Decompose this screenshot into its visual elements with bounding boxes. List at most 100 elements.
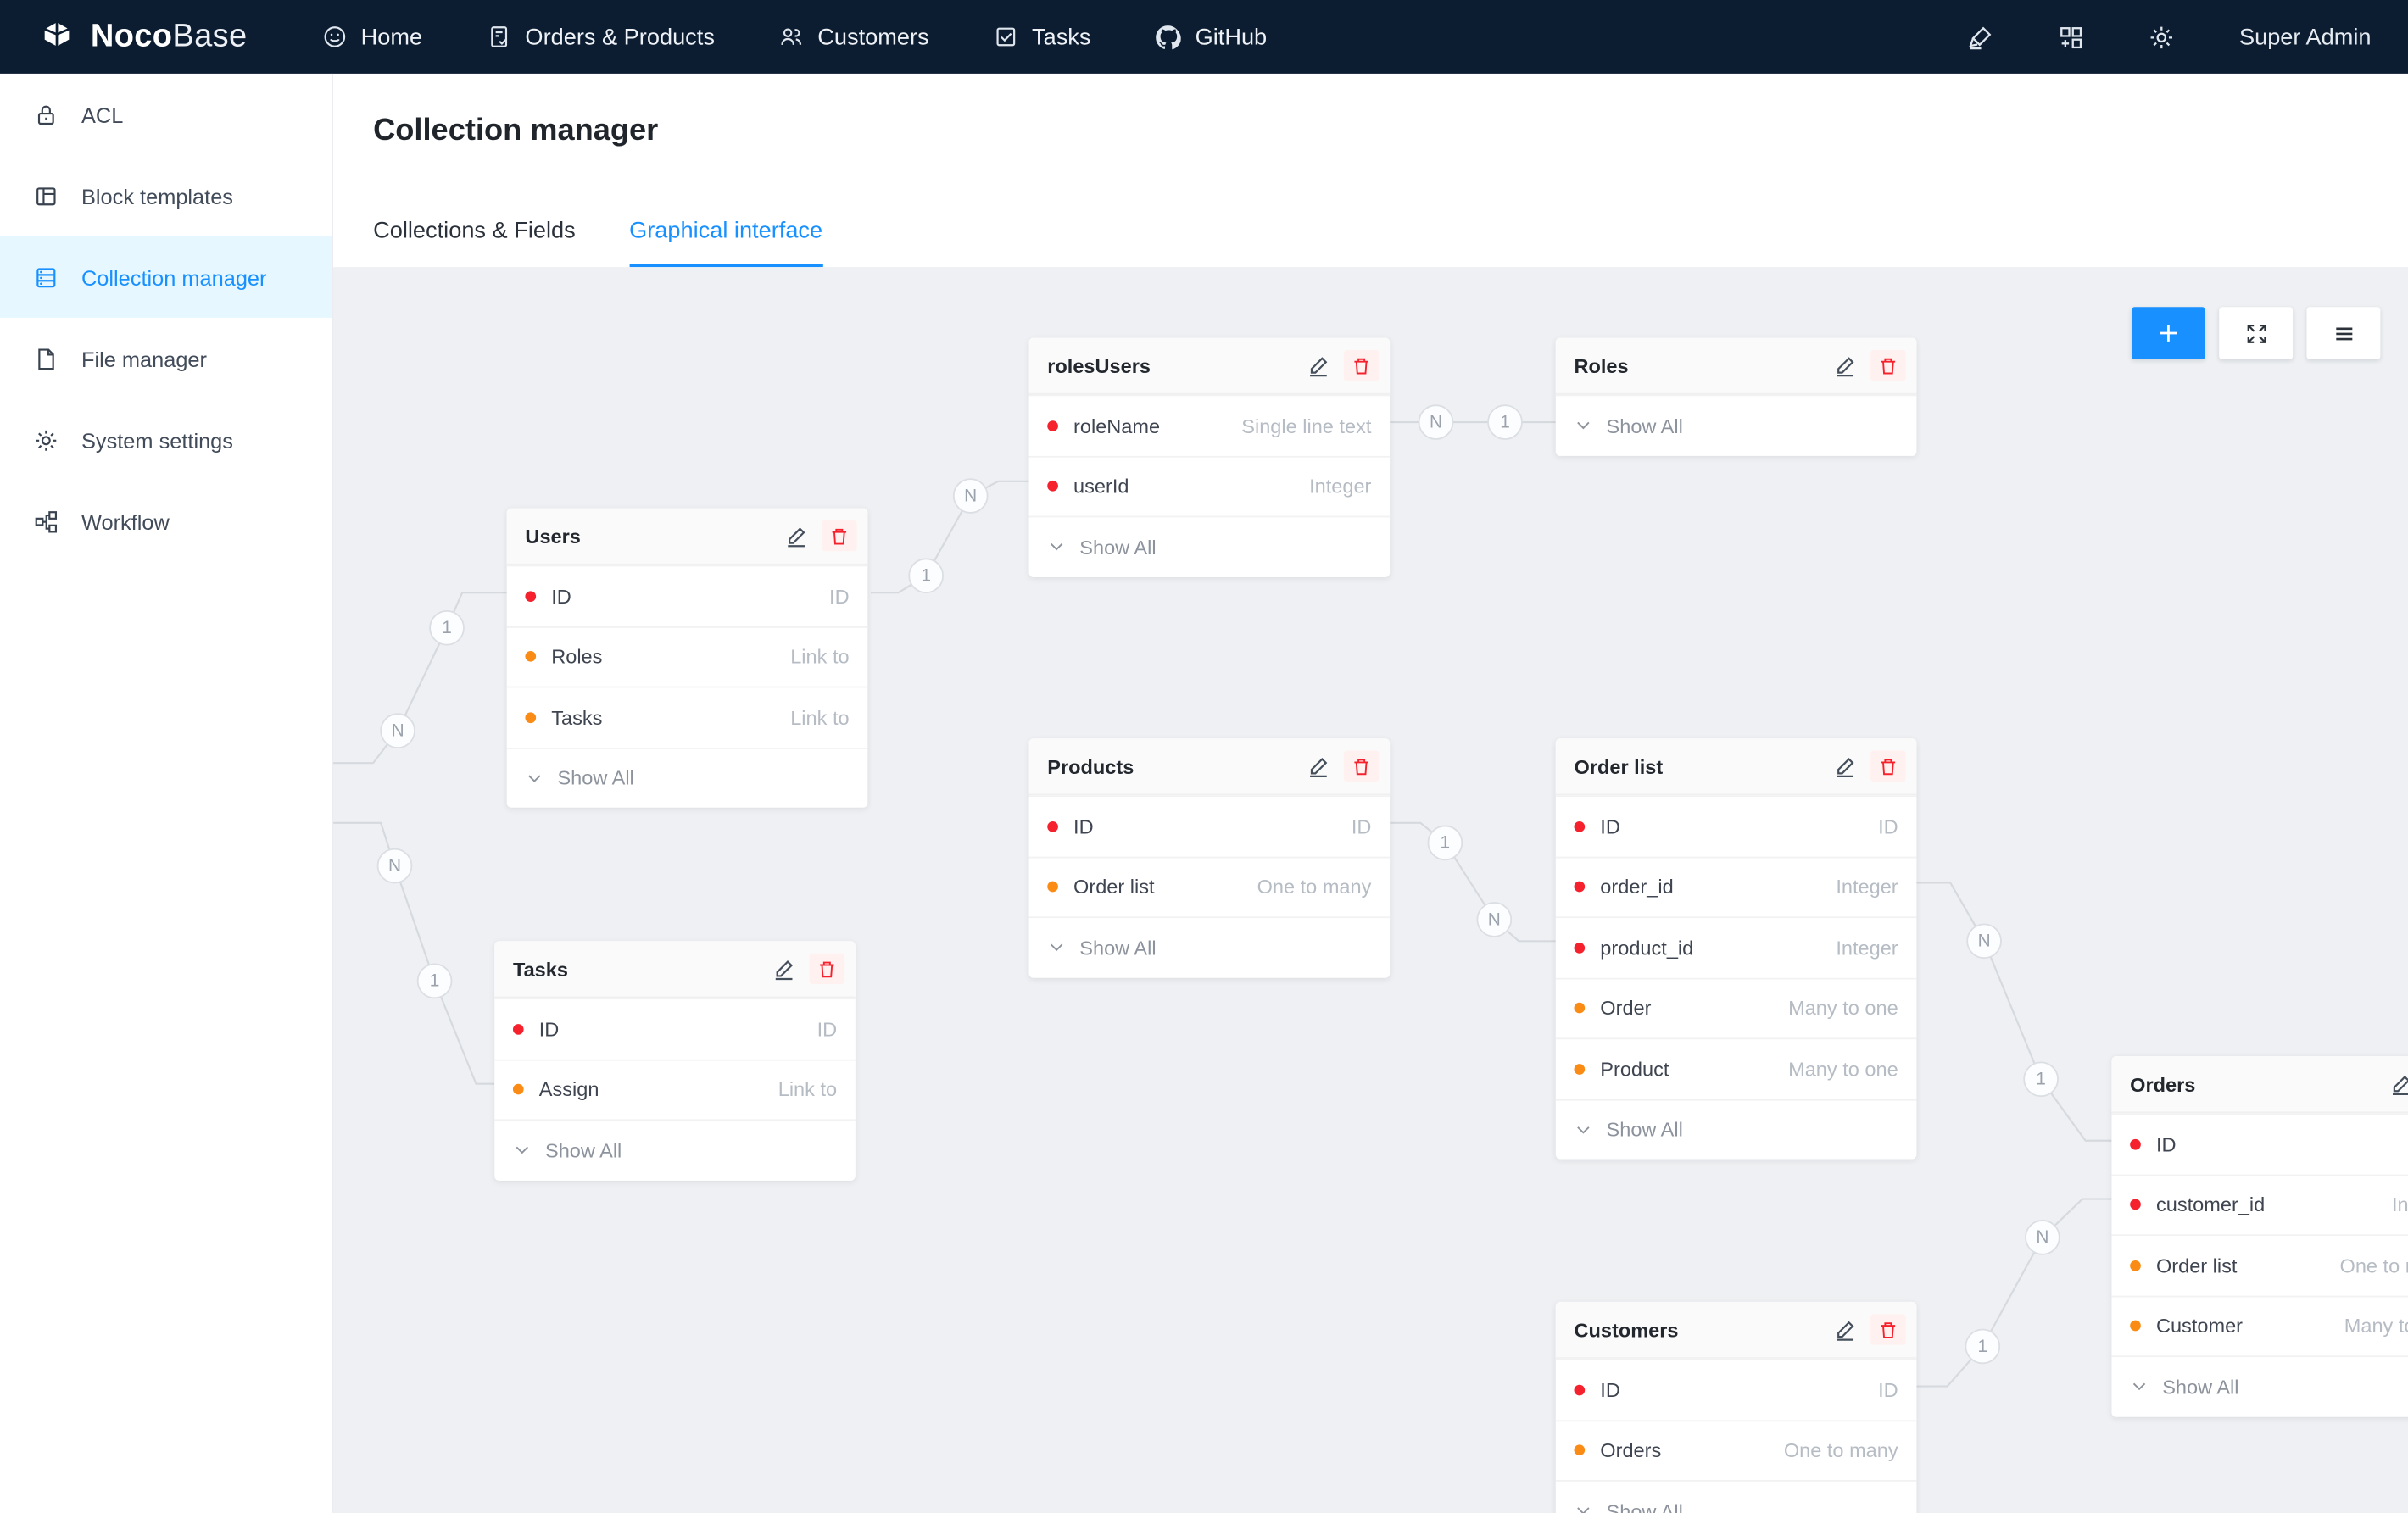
- field-row: IDID: [1029, 795, 1391, 856]
- field-row: CustomerMany to one: [2111, 1295, 2408, 1356]
- field-type: ID: [829, 585, 850, 608]
- cardinality-badge: N: [1966, 923, 2002, 959]
- edit-icon[interactable]: [772, 957, 795, 980]
- sidebar-item-file-manager[interactable]: File manager: [0, 318, 332, 399]
- field-name: Orders: [1600, 1439, 1784, 1462]
- gear-icon: [34, 427, 59, 452]
- tab-collections-fields[interactable]: Collections & Fields: [373, 218, 576, 267]
- field-dot: [1575, 1064, 1586, 1075]
- show-all-button[interactable]: Show All: [494, 1119, 856, 1180]
- add-collection-button[interactable]: [2132, 307, 2205, 359]
- nav-item-tasks[interactable]: Tasks: [962, 0, 1123, 74]
- sidebar-item-workflow[interactable]: Workflow: [0, 481, 332, 562]
- edit-icon[interactable]: [1307, 353, 1329, 376]
- card-header: Products: [1029, 738, 1391, 795]
- card-header: Users: [507, 509, 868, 565]
- delete-button[interactable]: [1344, 350, 1380, 381]
- collection-card-roles[interactable]: Roles Show All: [1556, 337, 1917, 455]
- collection-card-orders[interactable]: Orders IDID customer_idInteger Order lis…: [2111, 1056, 2408, 1416]
- edit-icon[interactable]: [1307, 754, 1329, 777]
- layout-icon: [34, 183, 59, 208]
- nav-item-github[interactable]: GitHub: [1123, 0, 1299, 74]
- card-title: Order list: [1575, 754, 1834, 777]
- card-title: Users: [525, 525, 784, 548]
- field-name: order_id: [1600, 876, 1836, 898]
- collection-card-products[interactable]: Products IDID Order listOne to many Show…: [1029, 738, 1391, 977]
- edit-icon[interactable]: [785, 525, 808, 548]
- field-type: Many to one: [2344, 1315, 2408, 1338]
- delete-button[interactable]: [810, 954, 845, 984]
- hamburger-icon: [2332, 321, 2355, 344]
- collection-card-customers[interactable]: Customers IDID OrdersOne to many Show Al…: [1556, 1302, 1917, 1513]
- collection-card-users[interactable]: Users IDID RolesLink to TasksLink to Sho…: [507, 509, 868, 808]
- nocobase-logo[interactable]: NocoBase: [0, 17, 290, 57]
- field-dot: [1575, 882, 1586, 893]
- chevron-down-icon: [1575, 1502, 1593, 1513]
- collection-card-order-list[interactable]: Order list IDID order_idInteger product_…: [1556, 738, 1917, 1159]
- sidebar-item-acl[interactable]: ACL: [0, 74, 332, 155]
- show-all-button[interactable]: Show All: [1029, 916, 1391, 977]
- chevron-down-icon: [1575, 1121, 1593, 1139]
- sidebar-item-collection-manager[interactable]: Collection manager: [0, 236, 332, 318]
- fullscreen-button[interactable]: [2219, 307, 2293, 359]
- show-all-button[interactable]: Show All: [507, 747, 868, 808]
- file-check-icon: [487, 25, 511, 49]
- trash-icon: [817, 959, 838, 979]
- delete-button[interactable]: [822, 520, 857, 551]
- cardinality-badge: N: [2025, 1220, 2060, 1255]
- chevron-down-icon: [1047, 537, 1066, 556]
- field-row: order_idInteger: [1556, 856, 1917, 917]
- workflow-icon: [34, 509, 59, 533]
- field-row: IDID: [1556, 1359, 1917, 1420]
- tab-bar: Collections & Fields Graphical interface: [373, 218, 822, 267]
- delete-button[interactable]: [1344, 751, 1380, 782]
- nav-item-orders-products[interactable]: Orders & Products: [454, 0, 747, 74]
- collection-card-tasks[interactable]: Tasks IDID AssignLink to Show All: [494, 941, 856, 1180]
- chevron-down-icon: [2130, 1377, 2149, 1396]
- user-menu[interactable]: Super Admin: [2239, 24, 2372, 50]
- edit-icon[interactable]: [1834, 1318, 1857, 1341]
- tab-graphical-interface[interactable]: Graphical interface: [629, 218, 822, 267]
- collection-card-rolesusers[interactable]: rolesUsers roleNameSingle line text user…: [1029, 337, 1391, 576]
- highlighter-icon[interactable]: [1967, 24, 1993, 50]
- show-all-button[interactable]: Show All: [1029, 516, 1391, 577]
- card-header: Roles: [1556, 337, 1917, 394]
- appstore-add-icon[interactable]: [2058, 24, 2084, 50]
- field-name: Customer: [2156, 1315, 2344, 1338]
- nav-item-home[interactable]: Home: [290, 0, 454, 74]
- er-canvas[interactable]: N 1 N 1 1 N N 1 1 N N 1 N 1 rolesUsers: [333, 267, 2408, 1513]
- field-dot: [1047, 420, 1058, 431]
- field-type: Link to: [778, 1078, 837, 1101]
- settings-icon[interactable]: [2149, 24, 2175, 50]
- delete-button[interactable]: [1870, 751, 1906, 782]
- show-all-button[interactable]: Show All: [1556, 1099, 1917, 1160]
- field-row: AssignLink to: [494, 1059, 856, 1120]
- field-dot: [1575, 1384, 1586, 1395]
- edge-products-orderlist: [1390, 823, 1556, 941]
- field-dot: [2130, 1260, 2141, 1271]
- cardinality-badge: 1: [2023, 1061, 2059, 1097]
- card-title: Customers: [1575, 1318, 1834, 1341]
- edge-rolesusers-users: [871, 481, 1029, 592]
- sidebar-item-system-settings[interactable]: System settings: [0, 399, 332, 481]
- cardinality-badge: 1: [908, 558, 944, 593]
- lock-icon: [34, 102, 59, 126]
- github-icon: [1156, 24, 1182, 50]
- nocobase-cube-icon: [36, 17, 76, 57]
- field-row: RolesLink to: [507, 626, 868, 687]
- field-dot: [2130, 1199, 2141, 1210]
- delete-button[interactable]: [1870, 1314, 1906, 1344]
- menu-button[interactable]: [2306, 307, 2380, 359]
- delete-button[interactable]: [1870, 350, 1906, 381]
- edit-icon[interactable]: [1834, 353, 1857, 376]
- sidebar-item-block-templates[interactable]: Block templates: [0, 155, 332, 236]
- show-all-button[interactable]: Show All: [1556, 1480, 1917, 1513]
- edit-icon[interactable]: [1834, 754, 1857, 777]
- show-all-button[interactable]: Show All: [1556, 394, 1917, 455]
- nav-item-label: Customers: [817, 24, 928, 50]
- sidebar: ACL Block templates Collection manager F…: [0, 74, 333, 1513]
- edit-icon[interactable]: [2389, 1072, 2408, 1095]
- cardinality-badge: 1: [1487, 404, 1523, 440]
- show-all-button[interactable]: Show All: [2111, 1355, 2408, 1416]
- nav-item-customers[interactable]: Customers: [747, 0, 962, 74]
